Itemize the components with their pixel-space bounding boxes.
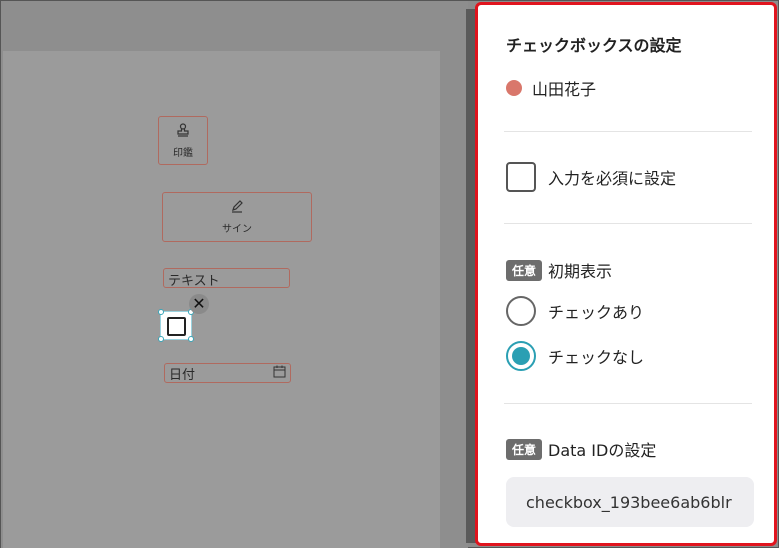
initial-display-label: 初期表示: [548, 262, 613, 281]
optional-badge: 任意: [506, 259, 543, 281]
initial-display-heading: 任意 初期表示: [506, 258, 612, 282]
divider: [504, 403, 752, 404]
date-label: 日付: [169, 367, 196, 383]
required-label: 入力を必須に設定: [548, 169, 677, 188]
resize-handle[interactable]: [188, 336, 194, 342]
date-field[interactable]: 日付: [164, 363, 291, 383]
resize-handle[interactable]: [158, 336, 164, 342]
stamp-icon: [176, 122, 190, 140]
editor-workspace: 印鑑 サイン テキスト ✕ 日付: [1, 1, 468, 548]
resize-handle[interactable]: [158, 309, 164, 315]
stamp-label: 印鑑: [173, 147, 193, 159]
data-id-heading: 任意 Data IDの設定: [506, 437, 656, 461]
radio-button-selected[interactable]: [506, 341, 536, 371]
checkbox-preview: [167, 317, 186, 336]
stamp-field[interactable]: 印鑑: [158, 116, 208, 165]
user-color-dot: [506, 80, 522, 96]
pen-icon: [230, 199, 244, 216]
text-field[interactable]: テキスト: [163, 268, 290, 289]
checkbox-settings-panel: チェックボックスの設定 山田花子 入力を必須に設定 任意 初期表示 チェックあり…: [475, 2, 777, 546]
required-option[interactable]: 入力を必須に設定: [506, 162, 676, 192]
data-id-label: Data IDの設定: [548, 441, 657, 460]
radio-label: チェックあり: [548, 303, 645, 322]
radio-option-unchecked[interactable]: チェックなし: [506, 341, 644, 371]
optional-badge: 任意: [506, 438, 543, 460]
divider: [504, 223, 752, 224]
calendar-icon: [273, 365, 286, 382]
required-checkbox[interactable]: [506, 162, 536, 192]
data-id-input[interactable]: checkbox_193bee6ab6blr: [506, 477, 754, 527]
signature-field[interactable]: サイン: [162, 192, 312, 242]
radio-option-checked[interactable]: チェックあり: [506, 296, 644, 326]
radio-button[interactable]: [506, 296, 536, 326]
assignee: 山田花子: [506, 76, 596, 100]
remove-field-button[interactable]: ✕: [189, 294, 209, 314]
user-name: 山田花子: [532, 80, 597, 99]
radio-label: チェックなし: [548, 348, 645, 367]
signature-label: サイン: [222, 224, 252, 235]
document-page: [3, 51, 440, 548]
selected-checkbox-field[interactable]: [158, 309, 194, 342]
panel-title: チェックボックスの設定: [506, 36, 682, 55]
divider: [504, 131, 752, 132]
